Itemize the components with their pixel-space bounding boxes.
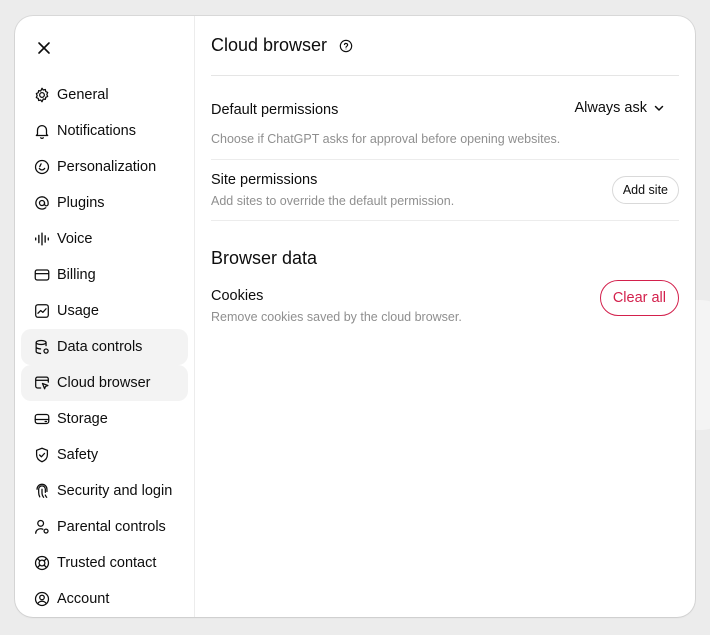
close-icon	[38, 42, 50, 54]
sidebar-item-label: Billing	[57, 267, 96, 283]
sidebar-item-general[interactable]: General	[21, 77, 188, 113]
settings-nav: General Notifications Personalization Pl…	[21, 77, 188, 617]
smile-icon	[33, 158, 51, 176]
default-permissions-label: Default permissions	[211, 102, 339, 118]
content-header: Cloud browser	[211, 16, 679, 76]
sidebar-item-label: Security and login	[57, 483, 173, 499]
cookies-text: Cookies Remove cookies saved by the clou…	[211, 288, 462, 324]
dropdown-value: Always ask	[574, 100, 647, 116]
site-permissions-row: Site permissions Add sites to override t…	[211, 160, 679, 221]
shield-icon	[33, 446, 51, 464]
browser-data-heading: Browser data	[211, 248, 318, 268]
settings-sidebar: General Notifications Personalization Pl…	[15, 16, 195, 617]
sidebar-item-plugins[interactable]: Plugins	[21, 185, 188, 221]
cookies-label: Cookies	[211, 288, 264, 304]
sidebar-item-label: Usage	[57, 303, 99, 319]
card-icon	[33, 266, 51, 284]
settings-content: Cloud browser Default permissions Choose…	[195, 16, 695, 617]
question-circle-icon[interactable]	[339, 39, 353, 53]
default-permissions-description: Choose if ChatGPT asks for approval befo…	[211, 132, 561, 146]
sidebar-item-label: Storage	[57, 411, 108, 427]
sidebar-item-label: General	[57, 87, 109, 103]
chart-icon	[33, 302, 51, 320]
drive-icon	[33, 410, 51, 428]
clear-all-button[interactable]: Clear all	[599, 280, 679, 316]
sidebar-item-data-controls[interactable]: Data controls	[21, 329, 188, 365]
gear-icon	[33, 86, 51, 104]
sidebar-item-security-and-login[interactable]: Security and login	[21, 473, 188, 509]
sidebar-item-safety[interactable]: Safety	[21, 437, 188, 473]
sidebar-item-usage[interactable]: Usage	[21, 293, 188, 329]
sidebar-item-notifications[interactable]: Notifications	[21, 113, 188, 149]
sidebar-item-voice[interactable]: Voice	[21, 221, 188, 257]
sidebar-item-trusted-contact[interactable]: Trusted contact	[21, 545, 188, 581]
site-permissions-label: Site permissions	[211, 172, 318, 188]
lifebuoy-icon	[33, 554, 51, 572]
person-gear-icon	[33, 518, 51, 536]
sidebar-item-label: Safety	[57, 447, 99, 463]
account-icon	[33, 590, 51, 608]
sidebar-item-label: Parental controls	[57, 519, 166, 535]
default-permissions-row: Default permissions Choose if ChatGPT as…	[211, 76, 679, 160]
database-icon	[33, 338, 51, 356]
site-permissions-description: Add sites to override the default permis…	[211, 194, 455, 208]
sidebar-item-personalization[interactable]: Personalization	[21, 149, 188, 185]
sidebar-item-label: Account	[57, 591, 110, 607]
cookies-description: Remove cookies saved by the cloud browse…	[211, 310, 462, 324]
page-title: Cloud browser	[211, 35, 328, 55]
sidebar-item-account[interactable]: Account	[21, 581, 188, 617]
sidebar-item-label: Voice	[57, 231, 93, 247]
chevron-down-icon	[654, 105, 664, 111]
fingerprint-icon	[33, 482, 51, 500]
close-button[interactable]	[34, 38, 54, 58]
settings-modal: General Notifications Personalization Pl…	[15, 16, 695, 617]
sidebar-item-billing[interactable]: Billing	[21, 257, 188, 293]
sidebar-item-cloud-browser[interactable]: Cloud browser	[21, 365, 188, 401]
sidebar-item-label: Personalization	[57, 159, 157, 175]
default-permissions-text: Default permissions Choose if ChatGPT as…	[211, 102, 560, 146]
site-permissions-text: Site permissions Add sites to override t…	[211, 172, 454, 208]
add-site-button[interactable]: Add site	[611, 176, 679, 204]
cookies-row: Cookies Remove cookies saved by the clou…	[211, 280, 679, 324]
sidebar-item-label: Notifications	[57, 123, 136, 139]
default-permissions-dropdown[interactable]: Always ask	[574, 100, 679, 116]
at-icon	[33, 194, 51, 212]
sidebar-item-label: Data controls	[57, 339, 143, 355]
sidebar-item-storage[interactable]: Storage	[21, 401, 188, 437]
sidebar-item-label: Plugins	[57, 195, 105, 211]
browser-cursor-icon	[33, 374, 51, 392]
waveform-icon	[33, 230, 51, 248]
sidebar-item-label: Cloud browser	[57, 375, 151, 391]
bell-icon	[33, 122, 51, 140]
sidebar-item-parental-controls[interactable]: Parental controls	[21, 509, 188, 545]
sidebar-item-label: Trusted contact	[57, 555, 157, 571]
